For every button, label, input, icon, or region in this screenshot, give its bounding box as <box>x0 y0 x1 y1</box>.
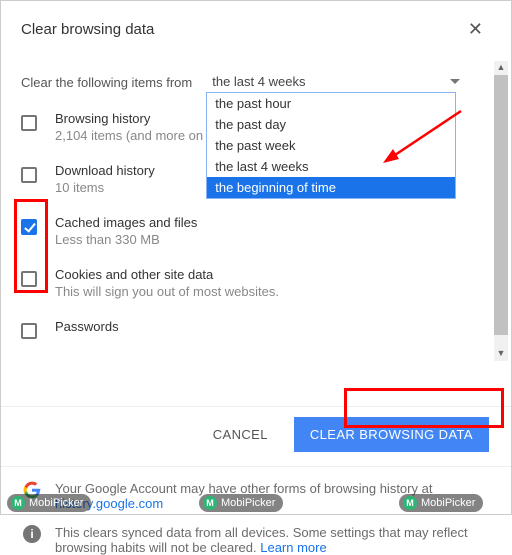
option-text: Passwords 3 passwords (synced) <box>55 319 491 335</box>
option-subtitle: This will sign you out of most websites. <box>55 284 491 299</box>
checkbox[interactable] <box>21 167 37 183</box>
option-cookies: Cookies and other site data This will si… <box>21 257 491 309</box>
option-title: Cached images and files <box>55 215 491 230</box>
dropdown-selected[interactable]: the last 4 weeks <box>206 72 466 93</box>
option-title: Passwords <box>55 319 491 334</box>
intro-label: Clear the following items from <box>21 75 192 90</box>
footer-sync-info: i This clears synced data from all devic… <box>23 525 489 555</box>
time-range-dropdown[interactable]: the last 4 weeks the past hour the past … <box>206 72 491 93</box>
watermark-icon: M <box>11 496 25 510</box>
checkbox[interactable] <box>21 115 37 131</box>
watermark: M MobiPicker <box>7 494 91 512</box>
dropdown-option[interactable]: the past day <box>207 114 455 135</box>
dropdown-option[interactable]: the last 4 weeks <box>207 156 455 177</box>
dropdown-options: the past hour the past day the past week… <box>206 92 456 199</box>
dialog-content: Clear the following items from the last … <box>1 52 511 402</box>
option-text: Cached images and files Less than 330 MB <box>55 215 491 247</box>
watermark-icon: M <box>403 496 417 510</box>
clear-data-button[interactable]: CLEAR BROWSING DATA <box>294 417 489 452</box>
checkbox-checked[interactable] <box>21 219 37 235</box>
option-text: Cookies and other site data This will si… <box>55 267 491 299</box>
option-title: Cookies and other site data <box>55 267 491 282</box>
checkbox[interactable] <box>21 271 37 287</box>
option-subtitle: Less than 330 MB <box>55 232 491 247</box>
close-icon: ✕ <box>468 19 483 39</box>
dropdown-option-highlighted[interactable]: the beginning of time <box>207 177 455 198</box>
option-cached-images: Cached images and files Less than 330 MB <box>21 205 491 257</box>
close-button[interactable]: ✕ <box>460 15 491 44</box>
watermark-icon: M <box>203 496 217 510</box>
watermark: M MobiPicker <box>199 494 283 512</box>
dialog-header: Clear browsing data ✕ <box>1 1 511 52</box>
footer-text: This clears synced data from all devices… <box>55 525 489 555</box>
checkbox[interactable] <box>21 323 37 339</box>
learn-more-link[interactable]: Learn more <box>260 540 326 555</box>
time-range-row: Clear the following items from the last … <box>21 72 491 93</box>
watermark: M MobiPicker <box>399 494 483 512</box>
dropdown-option[interactable]: the past week <box>207 135 455 156</box>
info-icon: i <box>23 525 41 543</box>
dialog-actions: CANCEL CLEAR BROWSING DATA <box>1 406 511 466</box>
chevron-down-icon <box>450 79 460 84</box>
clear-browsing-data-dialog: Clear browsing data ✕ ▲ ▼ Clear the foll… <box>0 0 512 515</box>
dialog-title: Clear browsing data <box>21 21 154 38</box>
cancel-button[interactable]: CANCEL <box>203 419 278 450</box>
option-passwords: Passwords 3 passwords (synced) <box>21 309 491 349</box>
dropdown-option[interactable]: the past hour <box>207 93 455 114</box>
dropdown-selected-label: the last 4 weeks <box>212 74 305 89</box>
